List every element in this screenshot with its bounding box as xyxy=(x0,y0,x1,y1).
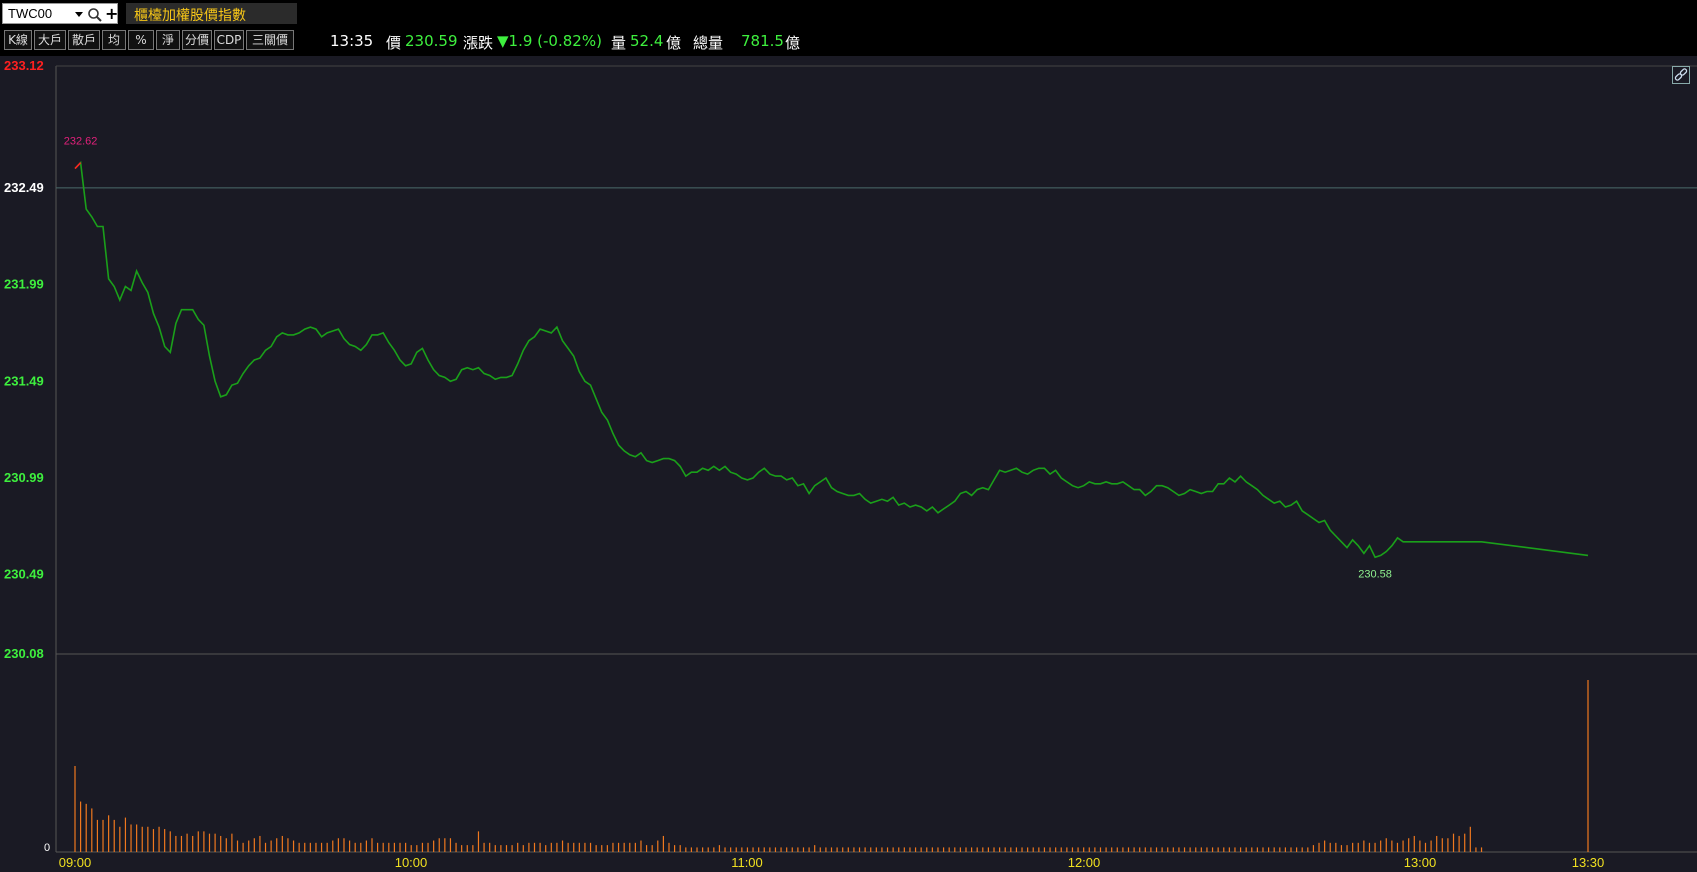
high-price-label: 232.62 xyxy=(64,136,98,148)
price-line-open-segment xyxy=(74,162,82,170)
y-tick-label: 233.12 xyxy=(4,58,44,73)
y-tick-label: 230.49 xyxy=(4,567,44,582)
price-line xyxy=(74,160,1589,559)
y-tick-label: 230.99 xyxy=(4,470,44,485)
y-tick-label: 230.08 xyxy=(4,646,44,661)
x-tick-label: 10:00 xyxy=(395,855,428,870)
y-tick-label: 231.99 xyxy=(4,277,44,292)
chain-link-icon xyxy=(1674,68,1688,81)
x-tick-label: 09:00 xyxy=(59,855,92,870)
low-price-label: 230.58 xyxy=(1358,568,1392,580)
x-tick-label: 11:00 xyxy=(731,855,763,870)
x-tick-label: 12:00 xyxy=(1068,855,1101,870)
y-tick-label: 231.49 xyxy=(4,373,44,388)
link-icon[interactable] xyxy=(1672,66,1690,84)
volume-zero-label: 0 xyxy=(44,842,50,854)
y-tick-label: 232.49 xyxy=(4,180,44,195)
x-tick-label: 13:30 xyxy=(1572,855,1605,870)
intraday-chart: 233.12 232.49 231.99 231.49 230.99 230.49 230.… xyxy=(4,58,1697,870)
x-tick-label: 13:00 xyxy=(1404,855,1437,870)
